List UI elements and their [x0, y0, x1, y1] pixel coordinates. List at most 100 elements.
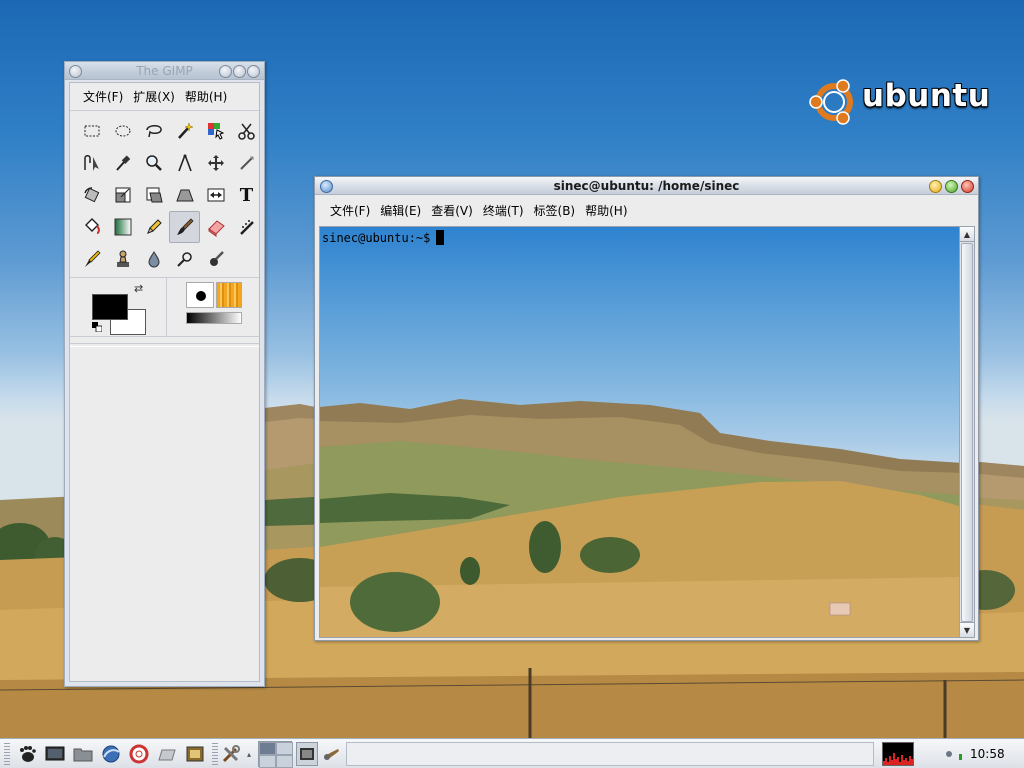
dodge-burn-tool-icon[interactable]: [169, 243, 200, 275]
menu-terminal[interactable]: 终端(T): [478, 202, 529, 219]
network-icon[interactable]: [942, 742, 956, 766]
menu-help[interactable]: 帮助(H): [180, 88, 232, 105]
gimp-toolbox-window[interactable]: The GIMP 文件(F) 扩展(X) 帮助(H) T ⇄: [64, 61, 265, 687]
text-cursor: [436, 230, 445, 245]
terminal-icon[interactable]: [154, 742, 180, 766]
window-list[interactable]: [346, 742, 874, 766]
ink-tool-icon[interactable]: [76, 243, 107, 275]
clock[interactable]: 10:58: [970, 739, 1005, 768]
smudge-tool-icon[interactable]: [200, 243, 231, 275]
menu-extensions[interactable]: 扩展(X): [128, 88, 180, 105]
paintbrush-tool-icon[interactable]: [169, 211, 200, 243]
workspace-2[interactable]: [276, 742, 293, 755]
workspace-4[interactable]: [276, 755, 293, 768]
cpu-monitor[interactable]: [882, 742, 914, 766]
move-tool-icon[interactable]: [200, 147, 231, 179]
terminal-window[interactable]: sinec@ubuntu: /home/sinec 文件(F) 编辑(E) 查看…: [314, 176, 979, 641]
toolbox-divider: [70, 343, 259, 347]
perspective-tool-icon[interactable]: [169, 179, 200, 211]
flip-tool-icon[interactable]: [200, 179, 231, 211]
gnome-foot-icon[interactable]: [14, 742, 40, 766]
text-tool-icon[interactable]: T: [231, 179, 262, 211]
bottom-panel: ▴ 10:58: [0, 738, 1024, 768]
color-picker-tool-icon[interactable]: [107, 147, 138, 179]
menu-file[interactable]: 文件(F): [325, 202, 375, 219]
file-manager-icon[interactable]: [70, 742, 96, 766]
blur-tool-icon[interactable]: [138, 243, 169, 275]
scroll-thumb[interactable]: [961, 243, 973, 622]
scale-tool-icon[interactable]: [107, 179, 138, 211]
minimize-button[interactable]: [929, 180, 942, 193]
menu-help[interactable]: 帮助(H): [580, 202, 632, 219]
maximize-button[interactable]: [233, 65, 246, 78]
shear-tool-icon[interactable]: [138, 179, 169, 211]
brush-preview[interactable]: [186, 282, 214, 308]
blend-tool-icon[interactable]: [107, 211, 138, 243]
gradient-preview[interactable]: [186, 312, 242, 324]
gimp-task-icon[interactable]: [320, 742, 342, 766]
rect-select-tool-icon[interactable]: [76, 115, 107, 147]
maximize-button[interactable]: [945, 180, 958, 193]
color-area: ⇄: [70, 277, 259, 337]
window-title: sinec@ubuntu: /home/sinec: [553, 178, 740, 193]
close-button[interactable]: [247, 65, 260, 78]
color-area-divider: [166, 278, 167, 336]
swap-colors-icon[interactable]: ⇄: [134, 282, 143, 295]
terminal-menubar: 文件(F) 编辑(E) 查看(V) 终端(T) 标签(B) 帮助(H): [315, 196, 978, 225]
terminal-screen[interactable]: sinec@ubuntu:~$: [319, 226, 962, 638]
prompt-line: sinec@ubuntu:~$: [322, 230, 445, 245]
arrow-icon[interactable]: ▴: [244, 742, 254, 766]
workspace-switcher[interactable]: [258, 741, 293, 768]
terminal-titlebar[interactable]: sinec@ubuntu: /home/sinec: [315, 177, 978, 195]
rotate-tool-icon[interactable]: [76, 179, 107, 211]
workspace-1[interactable]: [259, 742, 276, 755]
default-colors-icon[interactable]: [92, 322, 102, 332]
cpu-bar: [913, 754, 914, 765]
tool-grid: T: [76, 115, 262, 275]
video-editor-icon[interactable]: [182, 742, 208, 766]
ellipse-select-tool-icon[interactable]: [107, 115, 138, 147]
desktop-icon[interactable]: [42, 742, 68, 766]
pencil-tool-icon[interactable]: [138, 211, 169, 243]
color-select-tool-icon[interactable]: [200, 115, 231, 147]
menu-edit[interactable]: 编辑(E): [375, 202, 426, 219]
clone-tool-icon[interactable]: [107, 243, 138, 275]
foreground-color-swatch[interactable]: [92, 294, 128, 320]
browser-icon[interactable]: [98, 742, 124, 766]
scroll-down-arrow-icon[interactable]: ▼: [960, 622, 974, 637]
bucket-fill-tool-icon[interactable]: [76, 211, 107, 243]
tools-icon[interactable]: [218, 742, 244, 766]
measure-tool-icon[interactable]: [169, 147, 200, 179]
zoom-tool-icon[interactable]: [138, 147, 169, 179]
airbrush-tool-icon[interactable]: [231, 211, 262, 243]
close-button[interactable]: [961, 180, 974, 193]
gimp-titlebar[interactable]: The GIMP: [65, 62, 264, 80]
pattern-preview[interactable]: [216, 282, 242, 308]
window-menu-button[interactable]: [69, 65, 82, 78]
terminal-background-image: [320, 399, 961, 637]
panel-handle[interactable]: [4, 743, 10, 765]
circle-of-friends-icon: [809, 79, 853, 125]
scissors-tool-icon[interactable]: [231, 115, 262, 147]
gimp-toolbox-body: 文件(F) 扩展(X) 帮助(H) T ⇄: [69, 82, 260, 682]
fuzzy-select-tool-icon[interactable]: [169, 115, 200, 147]
volume-icon[interactable]: [956, 742, 966, 766]
menu-file[interactable]: 文件(F): [78, 88, 128, 105]
window-title: The GIMP: [136, 63, 193, 78]
minimize-button[interactable]: [219, 65, 232, 78]
terminal-task-icon[interactable]: [296, 742, 318, 766]
menu-view[interactable]: 查看(V): [426, 202, 478, 219]
menu-tabs[interactable]: 标签(B): [529, 202, 581, 219]
terminal-scrollbar[interactable]: ▲ ▼: [959, 226, 975, 638]
gimp-menubar: 文件(F) 扩展(X) 帮助(H): [70, 83, 259, 111]
workspace-3[interactable]: [259, 755, 276, 768]
brush-dot-icon: [196, 291, 206, 301]
crop-tool-icon[interactable]: [231, 147, 262, 179]
help-icon[interactable]: [126, 742, 152, 766]
eraser-tool-icon[interactable]: [200, 211, 231, 243]
free-select-tool-icon[interactable]: [138, 115, 169, 147]
scroll-up-arrow-icon[interactable]: ▲: [960, 227, 974, 242]
window-menu-button[interactable]: [320, 180, 333, 193]
shell-prompt: sinec@ubuntu:~$: [322, 230, 431, 245]
paths-tool-icon[interactable]: [76, 147, 107, 179]
